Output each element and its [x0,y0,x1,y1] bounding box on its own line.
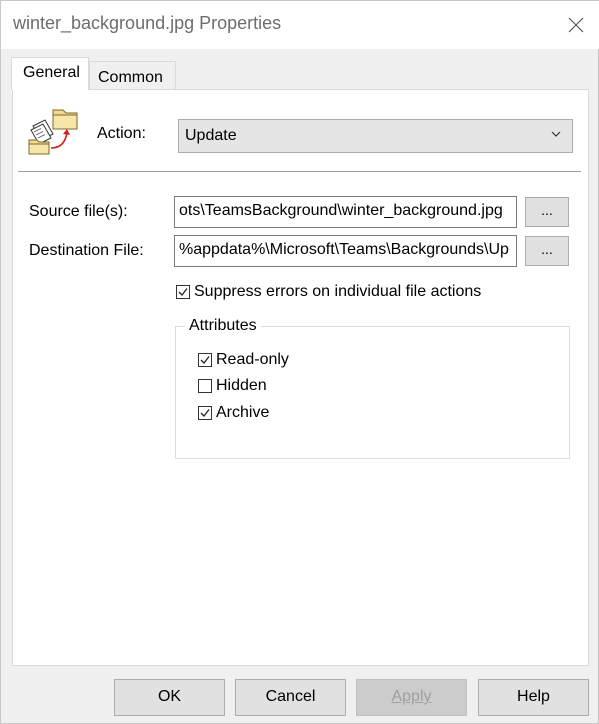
tab-general-label: General [23,64,80,81]
title-bar: winter_background.jpg Properties [1,1,599,49]
tab-common-label: Common [98,69,163,86]
properties-dialog: winter_background.jpg Properties General… [0,0,599,724]
window-title: winter_background.jpg Properties [13,13,282,33]
general-panel: Action: Update Source file(s): ots\Teams… [12,89,589,666]
separator [18,171,581,172]
archive-label: Archive [216,404,270,421]
cancel-button[interactable]: Cancel [235,679,346,716]
attributes-title: Attributes [185,317,261,335]
apply-button[interactable]: Apply [356,679,467,716]
check-icon [178,288,188,296]
source-input[interactable]: ots\TeamsBackground\winter_background.jp… [174,196,517,228]
suppress-errors-label: Suppress errors on individual file actio… [194,283,482,300]
close-icon [568,17,584,33]
cancel-button-label: Cancel [265,688,316,705]
apply-button-label: Apply [391,688,432,705]
read-only-checkbox[interactable] [198,353,212,367]
check-icon [200,409,210,417]
read-only-label: Read-only [216,351,289,368]
destination-input-value: %appdata%\Microsoft\Teams\Backgrounds\Up [179,241,509,258]
source-label: Source file(s): [29,203,128,220]
file-copy-icon [28,109,78,155]
tab-common[interactable]: Common [89,61,176,90]
action-label: Action: [97,125,146,142]
tab-general[interactable]: General [11,57,89,90]
tab-strip: General Common [11,57,591,90]
destination-input[interactable]: %appdata%\Microsoft\Teams\Backgrounds\Up [174,235,517,267]
source-browse-label: ... [541,202,553,218]
source-input-value: ots\TeamsBackground\winter_background.jp… [179,202,503,219]
suppress-errors-checkbox[interactable] [176,285,190,299]
check-icon [200,356,210,364]
hidden-checkbox[interactable] [198,379,212,393]
chevron-down-icon [551,131,561,137]
ok-button[interactable]: OK [114,679,225,716]
help-button-label: Help [517,688,550,705]
help-button[interactable]: Help [478,679,589,716]
destination-browse-button[interactable]: ... [525,236,569,266]
destination-label: Destination File: [29,242,144,259]
close-button[interactable] [552,1,599,49]
action-select-value: Update [185,127,237,144]
archive-checkbox[interactable] [198,406,212,420]
destination-browse-label: ... [541,241,553,257]
action-select[interactable]: Update [178,119,573,153]
ok-button-label: OK [157,688,182,705]
source-browse-button[interactable]: ... [525,197,569,227]
hidden-label: Hidden [216,377,267,394]
